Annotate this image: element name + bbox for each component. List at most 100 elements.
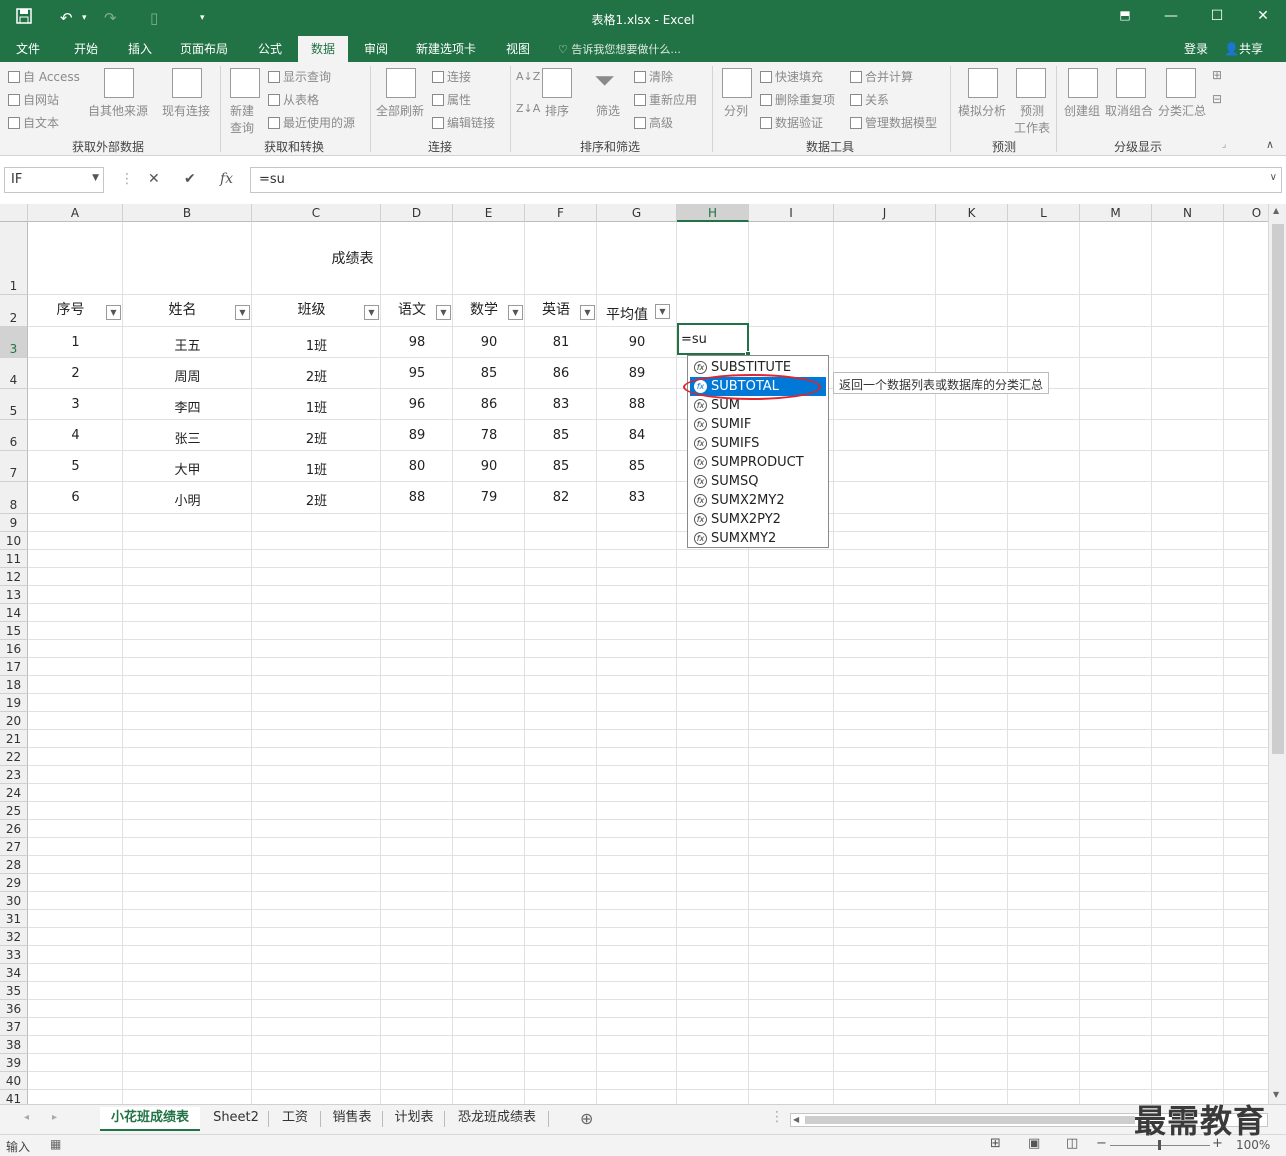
scroll-left-icon[interactable]: ◀ <box>793 1115 799 1124</box>
tab-new[interactable]: 新建选项卡 <box>416 40 476 57</box>
from-table-button[interactable]: 从表格 <box>268 91 319 108</box>
table-cell[interactable]: 83 <box>525 397 597 412</box>
vertical-scroll-thumb[interactable] <box>1272 224 1284 754</box>
table-cell[interactable]: 96 <box>381 397 453 412</box>
relationships-button[interactable]: 关系 <box>850 91 889 108</box>
sort-button[interactable]: 排序 <box>545 102 569 119</box>
table-cell[interactable]: 张三 <box>123 428 252 447</box>
row-header-22[interactable]: 22 <box>0 748 28 766</box>
row-header-32[interactable]: 32 <box>0 928 28 946</box>
close-button[interactable]: ✕ <box>1250 8 1276 24</box>
table-cell[interactable]: 83 <box>597 490 677 505</box>
manage-data-model-button[interactable]: 管理数据模型 <box>850 114 937 131</box>
scroll-up-icon[interactable]: ▲ <box>1273 206 1279 215</box>
sheet-tab-plan[interactable]: 计划表 <box>386 1107 442 1131</box>
maximize-button[interactable]: ☐ <box>1204 8 1230 24</box>
sort-desc-icon[interactable]: Z↓A <box>516 102 540 115</box>
existing-connections-button[interactable]: 现有连接 <box>162 102 210 119</box>
insert-function-icon[interactable]: fx <box>220 171 233 187</box>
dialog-launcher-icon[interactable]: ⌟ <box>1222 140 1226 150</box>
row-header-25[interactable]: 25 <box>0 802 28 820</box>
enter-icon[interactable]: ✔ <box>184 171 196 187</box>
flash-fill-button[interactable]: 快速填充 <box>760 68 823 85</box>
row-header-6[interactable]: 6 <box>0 420 28 451</box>
row-header-14[interactable]: 14 <box>0 604 28 622</box>
expand-formula-icon[interactable]: ∨ <box>1270 172 1277 183</box>
table-cell[interactable]: 89 <box>597 366 677 381</box>
row-header-16[interactable]: 16 <box>0 640 28 658</box>
column-header-e[interactable]: E <box>453 204 525 222</box>
table-cell[interactable]: 95 <box>381 366 453 381</box>
column-header-k[interactable]: K <box>936 204 1008 222</box>
table-cell[interactable]: 4 <box>28 428 123 443</box>
tab-page-layout[interactable]: 页面布局 <box>180 40 228 57</box>
table-cell[interactable]: 90 <box>597 335 677 350</box>
table-cell[interactable]: 80 <box>381 459 453 474</box>
row-header-19[interactable]: 19 <box>0 694 28 712</box>
table-cell[interactable]: 85 <box>453 366 525 381</box>
row-header-36[interactable]: 36 <box>0 1000 28 1018</box>
table-cell[interactable]: 85 <box>597 459 677 474</box>
row-header-41[interactable]: 41 <box>0 1090 28 1104</box>
advanced-button[interactable]: 高级 <box>634 114 673 131</box>
autocomplete-item-sumxmy2[interactable]: fx SUMXMY2 <box>690 529 826 548</box>
row-header-38[interactable]: 38 <box>0 1036 28 1054</box>
properties-button[interactable]: 属性 <box>432 91 471 108</box>
zoom-out-icon[interactable]: − <box>1096 1136 1107 1151</box>
sheet-tab-sales[interactable]: 销售表 <box>324 1107 380 1131</box>
table-cell[interactable]: 2班 <box>252 490 381 509</box>
minimize-button[interactable]: — <box>1158 8 1184 24</box>
table-cell[interactable]: 1 <box>28 335 123 350</box>
from-web-button[interactable]: 自网站 <box>8 91 59 108</box>
sheet-tab-konglong[interactable]: 恐龙班成绩表 <box>448 1107 546 1131</box>
what-if-button[interactable]: 模拟分析 <box>958 102 1006 119</box>
column-header-h[interactable]: H <box>677 204 749 222</box>
column-header-l[interactable]: L <box>1008 204 1080 222</box>
show-detail-icon[interactable]: ⊞ <box>1212 68 1222 82</box>
autocomplete-item-sumx2py2[interactable]: fx SUMX2PY2 <box>690 510 826 529</box>
tab-insert[interactable]: 插入 <box>128 40 152 57</box>
row-header-3[interactable]: 3 <box>0 327 28 358</box>
table-cell[interactable]: 李四 <box>123 397 252 416</box>
consolidate-button[interactable]: 合并计算 <box>850 68 913 85</box>
table-cell[interactable]: 5 <box>28 459 123 474</box>
table-cell[interactable]: 98 <box>381 335 453 350</box>
table-cell[interactable]: 84 <box>597 428 677 443</box>
table-cell[interactable]: 王五 <box>123 335 252 354</box>
sheet-tab-sheet2[interactable]: Sheet2 <box>206 1107 266 1131</box>
from-text-button[interactable]: 自文本 <box>8 114 59 131</box>
row-header-26[interactable]: 26 <box>0 820 28 838</box>
ungroup-button[interactable]: 取消组合 <box>1105 102 1153 119</box>
vertical-scrollbar[interactable]: ▲ ▼ <box>1268 204 1286 1104</box>
group-button[interactable]: 创建组 <box>1064 102 1100 119</box>
table-cell[interactable]: 86 <box>525 366 597 381</box>
autocomplete-item-sumproduct[interactable]: fx SUMPRODUCT <box>690 453 826 472</box>
tab-view[interactable]: 视图 <box>506 40 530 57</box>
row-header-18[interactable]: 18 <box>0 676 28 694</box>
row-header-33[interactable]: 33 <box>0 946 28 964</box>
table-cell[interactable]: 1班 <box>252 335 381 354</box>
table-cell[interactable]: 2班 <box>252 428 381 447</box>
cancel-icon[interactable]: ✕ <box>148 171 160 187</box>
table-cell[interactable]: 86 <box>453 397 525 412</box>
table-cell[interactable]: 78 <box>453 428 525 443</box>
column-header-f[interactable]: F <box>525 204 597 222</box>
column-header-m[interactable]: M <box>1080 204 1152 222</box>
autocomplete-item-sumif[interactable]: fx SUMIF <box>690 415 826 434</box>
sort-asc-icon[interactable]: A↓Z <box>516 70 540 83</box>
data-validation-button[interactable]: 数据验证 <box>760 114 823 131</box>
page-break-view-icon[interactable]: ◫ <box>1066 1136 1078 1151</box>
table-cell[interactable]: 79 <box>453 490 525 505</box>
row-header-28[interactable]: 28 <box>0 856 28 874</box>
row-header-13[interactable]: 13 <box>0 586 28 604</box>
collapse-ribbon-icon[interactable]: ∧ <box>1266 138 1274 151</box>
table-cell[interactable]: 88 <box>597 397 677 412</box>
filter-dropdown-icon[interactable]: ▼ <box>436 305 451 320</box>
row-header-34[interactable]: 34 <box>0 964 28 982</box>
autocomplete-item-sumifs[interactable]: fx SUMIFS <box>690 434 826 453</box>
column-header-j[interactable]: J <box>834 204 936 222</box>
row-header-30[interactable]: 30 <box>0 892 28 910</box>
filter-dropdown-icon[interactable]: ▼ <box>508 305 523 320</box>
tab-split-handle[interactable]: ⋮ <box>770 1109 784 1125</box>
tab-formulas[interactable]: 公式 <box>258 40 282 57</box>
